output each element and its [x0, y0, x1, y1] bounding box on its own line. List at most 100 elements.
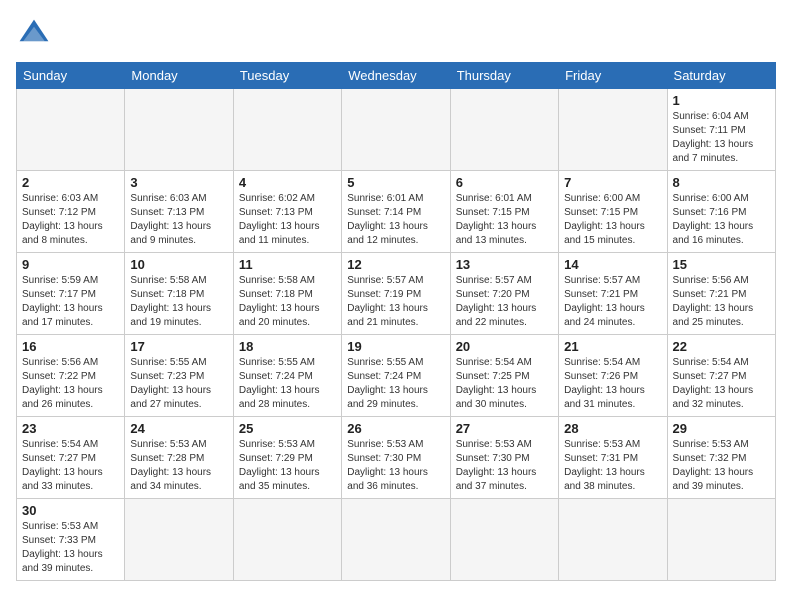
- day-number: 8: [673, 175, 770, 190]
- day-number: 14: [564, 257, 661, 272]
- day-number: 20: [456, 339, 553, 354]
- day-info: Sunrise: 5:53 AM Sunset: 7:31 PM Dayligh…: [564, 438, 661, 494]
- calendar-cell: 7Sunrise: 6:00 AM Sunset: 7:15 PM Daylig…: [559, 171, 667, 253]
- day-info: Sunrise: 5:53 AM Sunset: 7:30 PM Dayligh…: [347, 438, 444, 494]
- day-info: Sunrise: 6:02 AM Sunset: 7:13 PM Dayligh…: [239, 192, 336, 248]
- calendar-cell: 18 Sunrise: 5:55 AM Sunset: 7:24 PM Dayli…: [233, 335, 341, 417]
- calendar-cell: 12 Sunrise: 5:57 AM Sunset: 7:19 PM Dayli…: [342, 253, 450, 335]
- day-info: Sunrise: 6:01 AM Sunset: 7:15 PM Dayligh…: [456, 192, 553, 248]
- day-header-sunday: Sunday: [17, 63, 125, 89]
- calendar-cell: 9Sunrise: 5:59 AM Sunset: 7:17 PM Daylig…: [17, 253, 125, 335]
- calendar-cell: 5 Sunrise: 6:01 AM Sunset: 7:14 PM Daylig…: [342, 171, 450, 253]
- day-number: 23: [22, 421, 119, 436]
- day-info: Sunrise: 5:56 AM Sunset: 7:21 PM Dayligh…: [673, 274, 770, 330]
- day-info: Sunrise: 5:54 AM Sunset: 7:25 PM Dayligh…: [456, 356, 553, 412]
- calendar-cell: 3 Sunrise: 6:03 AM Sunset: 7:13 PM Daylig…: [125, 171, 233, 253]
- day-info: Sunrise: 5:58 AM Sunset: 7:18 PM Dayligh…: [130, 274, 227, 330]
- day-number: 12: [347, 257, 444, 272]
- day-number: 6: [456, 175, 553, 190]
- day-number: 16: [22, 339, 119, 354]
- day-info: Sunrise: 6:00 AM Sunset: 7:16 PM Dayligh…: [673, 192, 770, 248]
- day-number: 18: [239, 339, 336, 354]
- day-info: Sunrise: 5:53 AM Sunset: 7:28 PM Dayligh…: [130, 438, 227, 494]
- calendar-cell: 1 Sunrise: 6:04 AM Sunset: 7:11 PM Daylig…: [667, 89, 775, 171]
- day-number: 30: [22, 503, 119, 518]
- calendar-cell: [342, 499, 450, 581]
- day-info: Sunrise: 5:57 AM Sunset: 7:21 PM Dayligh…: [564, 274, 661, 330]
- calendar-cell: 16 Sunrise: 5:56 AM Sunset: 7:22 PM Dayli…: [17, 335, 125, 417]
- day-number: 19: [347, 339, 444, 354]
- calendar-cell: 19Sunrise: 5:55 AM Sunset: 7:24 PM Dayli…: [342, 335, 450, 417]
- calendar-cell: 29 Sunrise: 5:53 AM Sunset: 7:32 PM Dayli…: [667, 417, 775, 499]
- day-info: Sunrise: 5:58 AM Sunset: 7:18 PM Dayligh…: [239, 274, 336, 330]
- day-number: 21: [564, 339, 661, 354]
- calendar-cell: [559, 89, 667, 171]
- day-info: Sunrise: 5:57 AM Sunset: 7:20 PM Dayligh…: [456, 274, 553, 330]
- day-number: 1: [673, 93, 770, 108]
- calendar-cell: 26 Sunrise: 5:53 AM Sunset: 7:30 PM Dayli…: [342, 417, 450, 499]
- day-number: 25: [239, 421, 336, 436]
- day-info: Sunrise: 6:04 AM Sunset: 7:11 PM Dayligh…: [673, 110, 770, 166]
- day-info: Sunrise: 5:55 AM Sunset: 7:23 PM Dayligh…: [130, 356, 227, 412]
- day-number: 15: [673, 257, 770, 272]
- day-number: 2: [22, 175, 119, 190]
- day-header-friday: Friday: [559, 63, 667, 89]
- day-header-monday: Monday: [125, 63, 233, 89]
- day-number: 26: [347, 421, 444, 436]
- day-number: 28: [564, 421, 661, 436]
- calendar-cell: 22Sunrise: 5:54 AM Sunset: 7:27 PM Dayli…: [667, 335, 775, 417]
- day-info: Sunrise: 5:59 AM Sunset: 7:17 PM Dayligh…: [22, 274, 119, 330]
- day-number: 11: [239, 257, 336, 272]
- day-info: Sunrise: 6:03 AM Sunset: 7:13 PM Dayligh…: [130, 192, 227, 248]
- calendar-cell: [125, 89, 233, 171]
- day-info: Sunrise: 5:57 AM Sunset: 7:19 PM Dayligh…: [347, 274, 444, 330]
- calendar-cell: 17 Sunrise: 5:55 AM Sunset: 7:23 PM Dayli…: [125, 335, 233, 417]
- day-info: Sunrise: 5:53 AM Sunset: 7:30 PM Dayligh…: [456, 438, 553, 494]
- day-info: Sunrise: 5:54 AM Sunset: 7:27 PM Dayligh…: [22, 438, 119, 494]
- calendar-table: SundayMondayTuesdayWednesdayThursdayFrid…: [16, 62, 776, 581]
- calendar-cell: 10Sunrise: 5:58 AM Sunset: 7:18 PM Dayli…: [125, 253, 233, 335]
- calendar-cell: [559, 499, 667, 581]
- calendar-cell: 30 Sunrise: 5:53 AM Sunset: 7:33 PM Dayli…: [17, 499, 125, 581]
- calendar-cell: 24 Sunrise: 5:53 AM Sunset: 7:28 PM Dayli…: [125, 417, 233, 499]
- day-info: Sunrise: 5:53 AM Sunset: 7:32 PM Dayligh…: [673, 438, 770, 494]
- day-info: Sunrise: 5:53 AM Sunset: 7:29 PM Dayligh…: [239, 438, 336, 494]
- day-number: 27: [456, 421, 553, 436]
- calendar-cell: [342, 89, 450, 171]
- calendar-cell: [667, 499, 775, 581]
- day-number: 5: [347, 175, 444, 190]
- day-info: Sunrise: 5:54 AM Sunset: 7:26 PM Dayligh…: [564, 356, 661, 412]
- calendar-cell: 4 Sunrise: 6:02 AM Sunset: 7:13 PM Daylig…: [233, 171, 341, 253]
- calendar-cell: 27 Sunrise: 5:53 AM Sunset: 7:30 PM Dayli…: [450, 417, 558, 499]
- calendar-cell: [233, 499, 341, 581]
- day-info: Sunrise: 5:55 AM Sunset: 7:24 PM Dayligh…: [239, 356, 336, 412]
- calendar-cell: 28 Sunrise: 5:53 AM Sunset: 7:31 PM Dayli…: [559, 417, 667, 499]
- calendar-cell: 25 Sunrise: 5:53 AM Sunset: 7:29 PM Dayli…: [233, 417, 341, 499]
- day-number: 17: [130, 339, 227, 354]
- calendar-cell: 13 Sunrise: 5:57 AM Sunset: 7:20 PM Dayli…: [450, 253, 558, 335]
- logo-icon: [16, 16, 52, 52]
- calendar-cell: [450, 499, 558, 581]
- day-number: 3: [130, 175, 227, 190]
- calendar-cell: 2Sunrise: 6:03 AM Sunset: 7:12 PM Daylig…: [17, 171, 125, 253]
- day-number: 24: [130, 421, 227, 436]
- day-header-tuesday: Tuesday: [233, 63, 341, 89]
- day-number: 4: [239, 175, 336, 190]
- day-header-saturday: Saturday: [667, 63, 775, 89]
- calendar-cell: 14 Sunrise: 5:57 AM Sunset: 7:21 PM Dayli…: [559, 253, 667, 335]
- day-number: 29: [673, 421, 770, 436]
- day-header-thursday: Thursday: [450, 63, 558, 89]
- calendar-cell: 6 Sunrise: 6:01 AM Sunset: 7:15 PM Daylig…: [450, 171, 558, 253]
- day-number: 7: [564, 175, 661, 190]
- calendar-cell: [233, 89, 341, 171]
- calendar-cell: [450, 89, 558, 171]
- day-info: Sunrise: 5:56 AM Sunset: 7:22 PM Dayligh…: [22, 356, 119, 412]
- calendar-cell: 21 Sunrise: 5:54 AM Sunset: 7:26 PM Dayli…: [559, 335, 667, 417]
- day-info: Sunrise: 5:53 AM Sunset: 7:33 PM Dayligh…: [22, 520, 119, 576]
- day-number: 13: [456, 257, 553, 272]
- day-number: 22: [673, 339, 770, 354]
- day-info: Sunrise: 6:01 AM Sunset: 7:14 PM Dayligh…: [347, 192, 444, 248]
- calendar-cell: 15 Sunrise: 5:56 AM Sunset: 7:21 PM Dayli…: [667, 253, 775, 335]
- page-header: [16, 16, 776, 52]
- calendar-cell: 20 Sunrise: 5:54 AM Sunset: 7:25 PM Dayli…: [450, 335, 558, 417]
